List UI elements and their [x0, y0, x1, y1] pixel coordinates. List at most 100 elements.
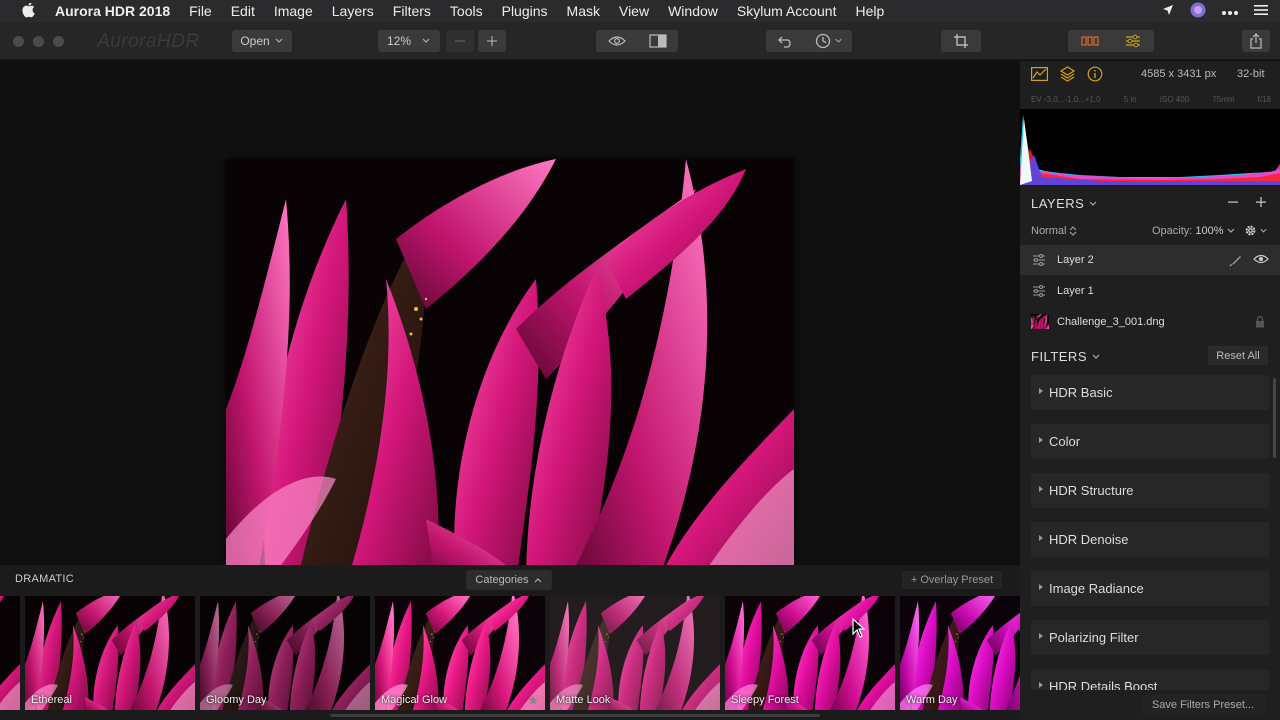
chevron-down-icon	[1092, 354, 1100, 359]
info-icon[interactable]	[1087, 66, 1103, 87]
layer-row-base-image[interactable]: Challenge_3_001.dng	[1020, 307, 1280, 337]
histogram-icon[interactable]	[1031, 67, 1049, 86]
filter-name: HDR Denoise	[1049, 532, 1129, 547]
share-button[interactable]	[1242, 30, 1270, 52]
filter-hdr-basic[interactable]: HDR Basic	[1031, 375, 1269, 410]
filters-scrollbar[interactable]	[1273, 378, 1276, 458]
undo-icon[interactable]	[766, 34, 806, 48]
presets-scrollbar[interactable]	[330, 714, 820, 717]
layers-title-text: LAYERS	[1031, 196, 1085, 211]
opacity-value: 100%	[1195, 225, 1224, 237]
compare-split-icon[interactable]	[637, 34, 678, 48]
add-layer-icon[interactable]	[1255, 195, 1267, 213]
filter-color[interactable]: Color	[1031, 424, 1269, 459]
filters-title[interactable]: FILTERS	[1031, 349, 1101, 364]
chevron-up-icon	[534, 578, 542, 583]
mouse-cursor-icon	[852, 618, 866, 638]
history-group	[766, 30, 852, 52]
menu-file[interactable]: File	[189, 3, 212, 19]
exif-ev: EV -3.0...-1.0...+1.0	[1031, 95, 1101, 104]
filter-name: Image Radiance	[1049, 581, 1144, 596]
save-filters-preset-label: Save Filters Preset...	[1151, 699, 1255, 711]
location-arrow-icon[interactable]	[1162, 3, 1174, 19]
siri-icon[interactable]	[1190, 2, 1206, 21]
filter-hdr-structure[interactable]: HDR Structure	[1031, 473, 1269, 508]
plus-icon	[487, 36, 497, 46]
window-zoom-button[interactable]	[53, 36, 64, 47]
menu-view[interactable]: View	[619, 3, 649, 19]
preset-label: Ethereal	[31, 694, 72, 706]
disclosure-triangle-icon	[1039, 633, 1043, 639]
crop-icon	[954, 34, 968, 48]
menu-list-icon[interactable]	[1254, 3, 1268, 19]
open-button[interactable]: Open	[232, 30, 292, 52]
preset-label: Warm Day	[906, 694, 958, 706]
menu-image[interactable]: Image	[274, 3, 313, 19]
reset-all-button[interactable]: Reset All	[1208, 346, 1268, 365]
opacity-control[interactable]: Opacity: 100%	[1152, 225, 1236, 237]
apple-menu-icon[interactable]	[19, 0, 39, 22]
layers-stack-icon[interactable]	[1059, 66, 1076, 87]
presets-panel-icon[interactable]	[1068, 36, 1111, 46]
info-bar: 4585 x 3431 px 32-bit	[1020, 61, 1280, 89]
blend-mode-select[interactable]: Normal	[1031, 225, 1077, 237]
visibility-eye-icon[interactable]	[1253, 254, 1269, 267]
menu-filters[interactable]: Filters	[393, 3, 431, 19]
layer-name: Layer 2	[1057, 254, 1094, 266]
preset-thumb-magical-glow[interactable]: Magical Glow	[375, 596, 545, 710]
menu-app-name[interactable]: Aurora HDR 2018	[55, 3, 170, 19]
zoom-in-button[interactable]	[478, 30, 506, 52]
filter-image-radiance[interactable]: Image Radiance	[1031, 571, 1269, 606]
window-close-button[interactable]	[13, 36, 24, 47]
image-dimensions: 4585 x 3431 px	[1141, 68, 1217, 80]
menu-edit[interactable]: Edit	[231, 3, 255, 19]
eye-preview-icon[interactable]	[596, 35, 637, 47]
categories-dropdown[interactable]: Categories	[466, 570, 552, 590]
reset-all-label: Reset All	[1216, 349, 1260, 362]
overlay-preset-label: + Overlay Preset	[910, 574, 994, 586]
save-filters-preset-button[interactable]: Save Filters Preset...	[1141, 695, 1265, 715]
exif-focal-length: 75mm	[1212, 95, 1235, 104]
menu-plugins[interactable]: Plugins	[502, 3, 548, 19]
zoom-select[interactable]: 12%	[378, 30, 440, 52]
main-photo[interactable]	[226, 159, 794, 585]
brush-icon[interactable]	[1229, 253, 1243, 270]
layer-row-layer-2[interactable]: Layer 2	[1020, 245, 1280, 275]
menu-skylum-account[interactable]: Skylum Account	[737, 3, 837, 19]
preset-thumb-matte-look[interactable]: Matte Look	[550, 596, 720, 710]
layer-row-layer-1[interactable]: Layer 1	[1020, 276, 1280, 306]
overlay-preset-button[interactable]: + Overlay Preset	[902, 571, 1002, 589]
filter-hdr-denoise[interactable]: HDR Denoise	[1031, 522, 1269, 557]
filter-polarizing[interactable]: Polarizing Filter	[1031, 620, 1269, 655]
preset-thumb-partial[interactable]	[0, 596, 20, 710]
disclosure-triangle-icon	[1039, 388, 1043, 394]
menu-help[interactable]: Help	[855, 3, 884, 19]
filter-name: HDR Structure	[1049, 483, 1134, 498]
adjustments-sliders-icon[interactable]	[1111, 34, 1154, 48]
share-icon	[1250, 33, 1262, 49]
layers-title[interactable]: LAYERS	[1031, 196, 1098, 211]
chevron-down-icon	[1227, 228, 1234, 233]
layer-settings-gear-icon[interactable]	[1244, 224, 1268, 237]
disclosure-triangle-icon	[1039, 535, 1043, 541]
menu-mask[interactable]: Mask	[567, 3, 600, 19]
preset-thumb-sleepy-forest[interactable]: Sleepy Forest	[725, 596, 895, 710]
menu-tools[interactable]: Tools	[450, 3, 483, 19]
disclosure-triangle-icon	[1039, 584, 1043, 590]
disclosure-triangle-icon	[1039, 682, 1043, 688]
menu-window[interactable]: Window	[668, 3, 718, 19]
window-minimize-button[interactable]	[33, 36, 44, 47]
image-canvas[interactable]	[0, 61, 1020, 585]
history-clock-icon[interactable]	[806, 33, 852, 49]
preset-thumb-gloomy-day[interactable]: Gloomy Day	[200, 596, 370, 710]
menu-layers[interactable]: Layers	[332, 3, 374, 19]
preset-thumb-ethereal[interactable]: Ethereal	[25, 596, 195, 710]
disclosure-triangle-icon	[1039, 437, 1043, 443]
crop-button[interactable]	[941, 30, 981, 52]
remove-layer-icon[interactable]	[1227, 195, 1239, 213]
minus-icon	[455, 40, 465, 42]
preset-thumb-warm-day[interactable]: Warm Day	[900, 596, 1020, 710]
more-dots-icon[interactable]	[1222, 3, 1238, 19]
zoom-out-button[interactable]	[446, 30, 474, 52]
favorite-star-icon[interactable]	[527, 694, 539, 706]
